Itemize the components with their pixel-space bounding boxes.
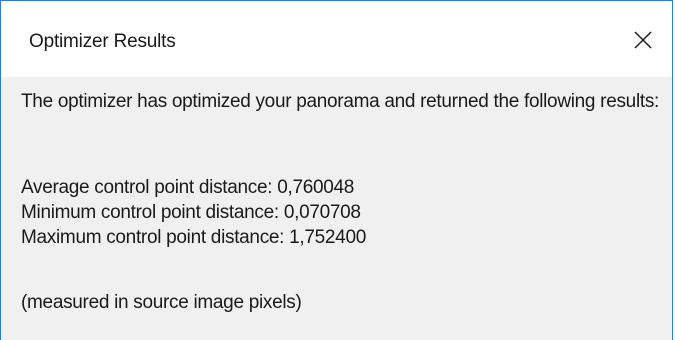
dialog-content: The optimizer has optimized your panoram… xyxy=(1,77,672,340)
optimizer-results-dialog: Optimizer Results The optimizer has opti… xyxy=(0,0,673,340)
maximum-distance-text: Maximum control point distance: 1,752400 xyxy=(21,227,366,248)
intro-text: The optimizer has optimized your panoram… xyxy=(21,91,660,112)
units-note-text: (measured in source image pixels) xyxy=(21,292,302,313)
close-button[interactable] xyxy=(614,15,672,65)
window-title: Optimizer Results xyxy=(29,31,176,52)
minimum-distance-text: Minimum control point distance: 0,070708 xyxy=(21,202,361,223)
close-icon xyxy=(634,31,652,49)
title-bar: Optimizer Results xyxy=(1,1,672,77)
average-distance-text: Average control point distance: 0,760048 xyxy=(21,177,355,198)
